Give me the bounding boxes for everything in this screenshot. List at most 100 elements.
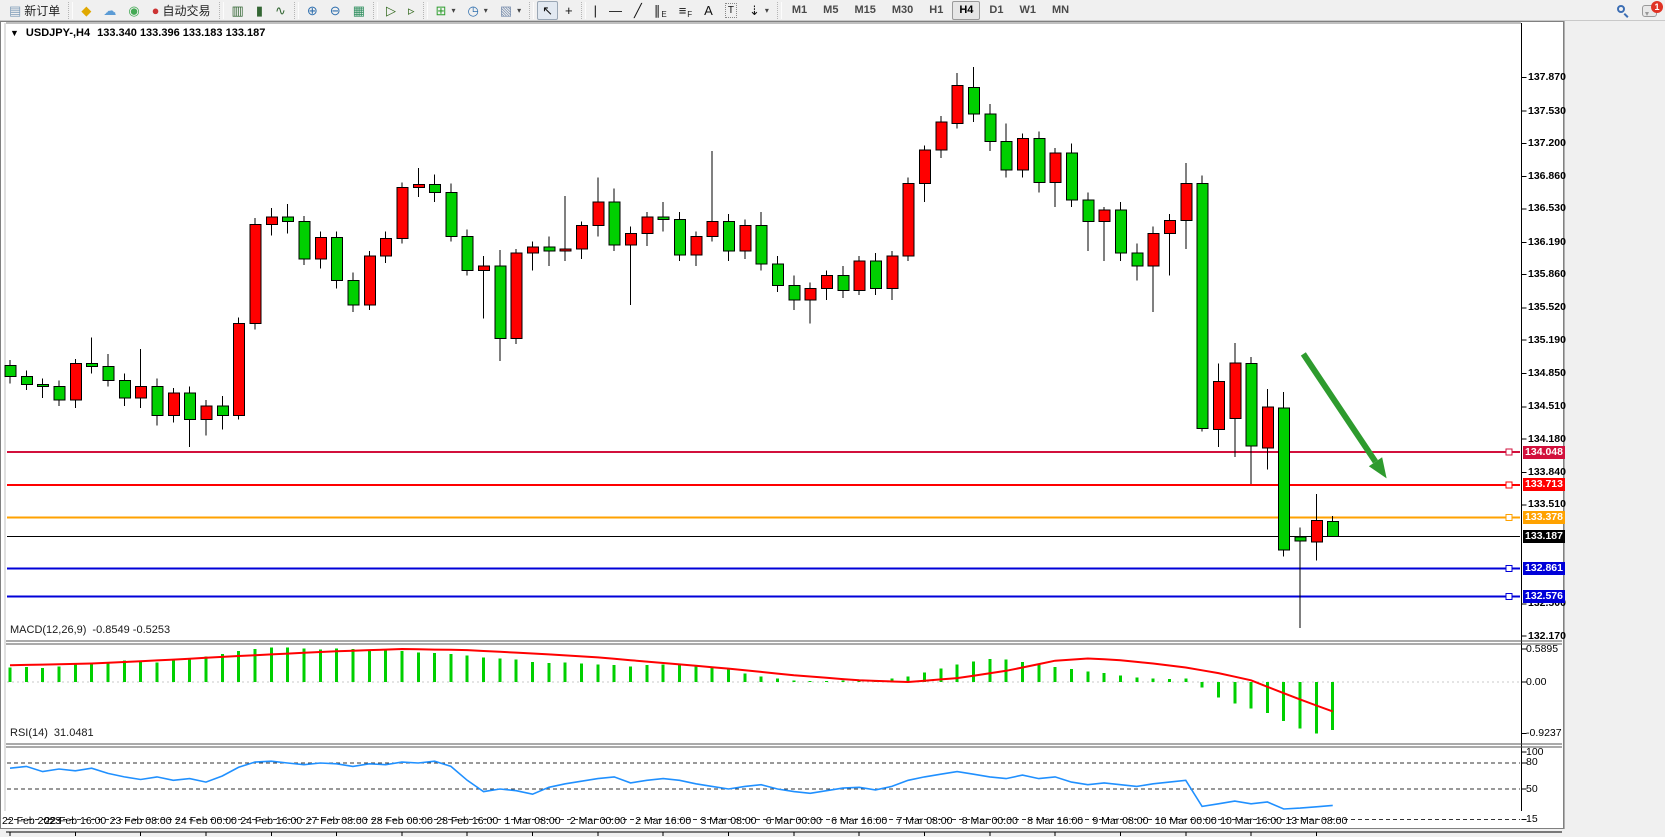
candle-body[interactable] bbox=[364, 256, 375, 305]
candle-body[interactable] bbox=[315, 237, 326, 259]
timeframe-h1-button[interactable]: H1 bbox=[922, 1, 950, 20]
candle-body[interactable] bbox=[903, 183, 914, 255]
candle-body[interactable] bbox=[185, 393, 196, 419]
trendline-button[interactable]: ╱ bbox=[629, 1, 647, 20]
candle-body[interactable] bbox=[1230, 363, 1241, 419]
candle-body[interactable] bbox=[936, 122, 947, 150]
candle-body[interactable] bbox=[577, 226, 588, 250]
periods-button[interactable]: ◷▾ bbox=[462, 1, 492, 20]
zoom-out-button[interactable]: ⊖ bbox=[325, 1, 346, 20]
text-button[interactable]: A bbox=[699, 1, 718, 20]
candle-body[interactable] bbox=[707, 222, 718, 237]
dropdown-caret-icon[interactable]: ▾ bbox=[484, 6, 488, 15]
candle-body[interactable] bbox=[789, 285, 800, 300]
candle-body[interactable] bbox=[397, 187, 408, 238]
candle-body[interactable] bbox=[5, 366, 16, 377]
channel-button[interactable]: ∥E bbox=[649, 1, 672, 20]
candle-body[interactable] bbox=[479, 266, 490, 271]
candle-body[interactable] bbox=[1295, 537, 1306, 541]
timeframe-m15-button[interactable]: M15 bbox=[847, 1, 882, 20]
candle-body[interactable] bbox=[1213, 381, 1224, 429]
tile-windows-button[interactable]: ▦ bbox=[348, 1, 370, 20]
arrows-button[interactable]: ⇣▾ bbox=[744, 1, 774, 20]
candle-body[interactable] bbox=[1050, 153, 1061, 182]
timeframe-m30-button[interactable]: M30 bbox=[885, 1, 920, 20]
cursor-button[interactable]: ↖ bbox=[537, 1, 558, 20]
timeframe-mn-button[interactable]: MN bbox=[1045, 1, 1076, 20]
candle-body[interactable] bbox=[495, 266, 506, 338]
line-chart-button[interactable]: ∿ bbox=[270, 1, 291, 20]
candle-body[interactable] bbox=[446, 192, 457, 236]
dropdown-caret-icon[interactable]: ▾ bbox=[451, 6, 455, 15]
candle-body[interactable] bbox=[1246, 364, 1257, 446]
candle-body[interactable] bbox=[1083, 200, 1094, 222]
hline-handle-134.048[interactable] bbox=[1506, 449, 1512, 455]
candle-body[interactable] bbox=[854, 261, 865, 290]
candle-body[interactable] bbox=[805, 288, 816, 300]
candle-body[interactable] bbox=[1197, 183, 1208, 428]
chart-canvas[interactable] bbox=[0, 21, 1665, 837]
candle-body[interactable] bbox=[952, 86, 963, 124]
candle-body[interactable] bbox=[822, 276, 833, 289]
candle-body[interactable] bbox=[544, 247, 555, 251]
candle-body[interactable] bbox=[691, 236, 702, 255]
indicators-button[interactable]: ⊞▾ bbox=[431, 1, 461, 20]
candle-body[interactable] bbox=[1017, 138, 1028, 169]
label-button[interactable]: T bbox=[720, 1, 742, 20]
candle-body[interactable] bbox=[299, 222, 310, 259]
candle-body[interactable] bbox=[985, 114, 996, 141]
dropdown-caret-icon[interactable]: ▾ bbox=[765, 6, 769, 15]
bar-chart-button[interactable]: ▥ bbox=[227, 1, 249, 20]
candle-body[interactable] bbox=[54, 386, 65, 400]
candle-body[interactable] bbox=[1132, 253, 1143, 266]
candle-body[interactable] bbox=[1164, 221, 1175, 234]
hline-handle-133.378[interactable] bbox=[1506, 515, 1512, 521]
candle-body[interactable] bbox=[658, 217, 669, 220]
candle-body[interactable] bbox=[838, 276, 849, 291]
candle-body[interactable] bbox=[381, 238, 392, 256]
candle-body[interactable] bbox=[609, 202, 620, 245]
vertical-line-button[interactable]: | bbox=[589, 1, 602, 20]
candle-body[interactable] bbox=[773, 264, 784, 286]
chart-shift-button[interactable]: ▹ bbox=[403, 1, 420, 20]
autotrade-button[interactable]: ●自动交易 bbox=[147, 1, 216, 20]
candle-body[interactable] bbox=[348, 280, 359, 304]
candle-body[interactable] bbox=[870, 261, 881, 288]
timeframe-w1-button[interactable]: W1 bbox=[1012, 1, 1043, 20]
collapse-icon[interactable]: ▼ bbox=[10, 28, 19, 38]
candle-body[interactable] bbox=[593, 202, 604, 226]
candle-body[interactable] bbox=[675, 220, 686, 255]
candle-body[interactable] bbox=[152, 386, 163, 415]
timeframe-h4-button[interactable]: H4 bbox=[952, 1, 980, 20]
signals-icon[interactable]: ◉ bbox=[123, 1, 144, 20]
candle-body[interactable] bbox=[1279, 408, 1290, 550]
hline-handle-132.861[interactable] bbox=[1506, 565, 1512, 571]
candle-body[interactable] bbox=[119, 380, 130, 398]
candle-body[interactable] bbox=[511, 253, 522, 338]
candle-body[interactable] bbox=[430, 184, 441, 192]
candle-body[interactable] bbox=[1148, 233, 1159, 265]
timeframe-m5-button[interactable]: M5 bbox=[816, 1, 845, 20]
horizontal-line-button[interactable]: — bbox=[604, 1, 627, 20]
candle-body[interactable] bbox=[919, 150, 930, 183]
candle-body[interactable] bbox=[1115, 210, 1126, 253]
chat-icon[interactable]: 1 bbox=[1642, 5, 1657, 17]
candle-body[interactable] bbox=[103, 367, 114, 381]
candle-body[interactable] bbox=[560, 249, 571, 251]
candle-body[interactable] bbox=[234, 324, 245, 416]
gold-icon[interactable]: ◆ bbox=[76, 1, 96, 20]
templates-button[interactable]: ▧▾ bbox=[495, 1, 526, 20]
hline-handle-132.576[interactable] bbox=[1506, 593, 1512, 599]
search-icon[interactable] bbox=[1617, 5, 1628, 16]
candle-body[interactable] bbox=[250, 225, 261, 324]
timeframe-d1-button[interactable]: D1 bbox=[982, 1, 1010, 20]
candle-body[interactable] bbox=[528, 247, 539, 253]
community-icon[interactable]: ☁ bbox=[98, 1, 121, 20]
dropdown-caret-icon[interactable]: ▾ bbox=[517, 6, 521, 15]
candle-body[interactable] bbox=[968, 87, 979, 113]
candle-chart-button[interactable]: ▮ bbox=[251, 1, 268, 20]
candle-body[interactable] bbox=[332, 237, 343, 280]
candle-body[interactable] bbox=[724, 222, 735, 251]
crosshair-button[interactable]: + bbox=[560, 1, 578, 20]
candle-body[interactable] bbox=[70, 364, 81, 400]
